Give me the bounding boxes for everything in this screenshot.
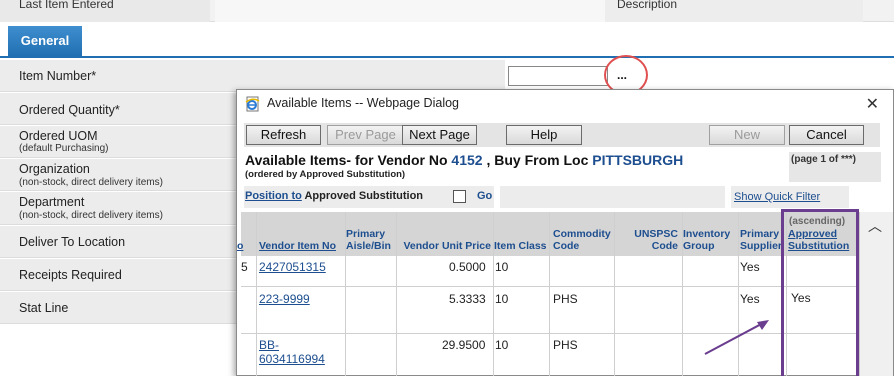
annotation-arrow-icon	[704, 320, 769, 355]
description-label: Description	[617, 0, 678, 11]
top-cell-right: Description	[605, 0, 863, 22]
ordered-uom-label: Ordered UOM	[19, 129, 98, 143]
row1-primary-supplier: Yes	[740, 260, 760, 274]
row2-commodity: PHS	[553, 292, 578, 306]
scroll-up-icon[interactable]: ︿	[868, 216, 882, 236]
ordered-uom-sub: (default Purchasing)	[19, 143, 109, 154]
row3-commodity: PHS	[553, 338, 578, 352]
deliver-to-label: Deliver To Location	[19, 235, 126, 249]
cancel-button[interactable]: Cancel	[789, 125, 864, 145]
heading-subtitle: (ordered by Approved Substitution)	[245, 169, 406, 180]
row3-price: 29.9500	[442, 338, 486, 352]
position-bar: Position to Approved Substitution Go Sho…	[244, 186, 880, 208]
dialog-heading: Available Items- for Vendor No 4152 , Bu…	[245, 152, 683, 168]
position-to-label: Position to Approved Substitution	[245, 190, 423, 202]
organization-label: Organization	[19, 162, 90, 176]
row1-item-class: 10	[495, 260, 509, 274]
heading-mid: , Buy From Loc	[486, 152, 589, 168]
col-header-unspsc-code[interactable]: UNSPSC Code	[616, 212, 678, 256]
row3-item-class: 10	[495, 338, 509, 352]
col-header-inventory-group[interactable]: Inventory Group	[683, 212, 737, 256]
item-number-input[interactable]	[508, 66, 608, 86]
row1-price: 0.5000	[449, 260, 486, 274]
form-row-item-number: Item Number*	[0, 60, 894, 92]
col-header-primary-aisle[interactable]: Primary Aisle/Bin	[346, 212, 398, 256]
highlight-box	[781, 209, 859, 376]
row1-c0: 5	[241, 260, 248, 274]
department-sub: (non-stock, direct delivery items)	[19, 210, 163, 221]
department-label: Department	[19, 195, 85, 209]
next-page-button[interactable]: Next Page	[402, 125, 477, 145]
refresh-button[interactable]: Refresh	[246, 125, 321, 145]
position-field: Approved Substitution	[304, 190, 424, 202]
item-number-label: Item Number*	[19, 69, 97, 83]
top-cell-left: Last Item Entered	[0, 0, 210, 22]
last-item-label: Last Item Entered	[19, 0, 114, 11]
available-items-dialog: Available Items -- Webpage Dialog ✕ Refr…	[236, 89, 894, 376]
col-header-primary-supplier[interactable]: Primary Supplier	[740, 212, 786, 256]
row2-primary-supplier: Yes	[740, 292, 760, 306]
row3-vendor-item-no-2[interactable]: 6034116994	[259, 352, 325, 366]
tab-general[interactable]: General	[8, 26, 82, 56]
row2-item-class: 10	[495, 292, 509, 306]
stat-line-label: Stat Line	[19, 301, 69, 315]
tab-bar: General	[0, 24, 894, 58]
prev-page-button[interactable]: Prev Page	[327, 125, 404, 145]
row1-vendor-item-no[interactable]: 2427051315	[259, 260, 326, 274]
show-quick-filter-link[interactable]: Show Quick Filter	[734, 191, 820, 203]
dialog-title: Available Items -- Webpage Dialog	[267, 96, 459, 110]
top-cell-mid	[215, 0, 605, 22]
organization-sub: (non-stock, direct delivery items)	[19, 177, 163, 188]
receipts-label: Receipts Required	[19, 268, 122, 282]
help-button[interactable]: Help	[506, 125, 582, 145]
col-header-commodity-code[interactable]: Commodity Code	[553, 212, 613, 256]
top-row: Last Item Entered Description	[0, 0, 894, 22]
new-button[interactable]: New	[709, 125, 785, 145]
page-info: (page 1 of ***)	[789, 152, 881, 182]
vendor-no: 4152	[451, 152, 483, 168]
ordered-qty-label: Ordered Quantity*	[19, 103, 120, 117]
ie-icon	[245, 96, 260, 112]
go-button[interactable]: Go	[477, 190, 492, 202]
grid-scrollbar[interactable]: ︿	[859, 212, 893, 376]
close-icon[interactable]: ✕	[866, 94, 879, 114]
row2-price: 5.3333	[449, 292, 486, 306]
buy-from-loc: PITTSBURGH	[592, 152, 684, 168]
table-row[interactable]	[241, 256, 859, 287]
grid-header: o Vendor Item No Primary Aisle/Bin Vendo…	[237, 212, 859, 256]
col-header-vendor-item-no[interactable]: Vendor Item No	[259, 212, 345, 256]
row3-vendor-item-no-1[interactable]: BB-	[259, 338, 279, 352]
heading-prefix: Available Items- for Vendor No	[245, 152, 448, 168]
col-header-vendor-unit-price[interactable]: Vendor Unit Price	[397, 212, 491, 256]
col-header-item-class[interactable]: Item Class	[494, 212, 552, 256]
col-header-truncated[interactable]: o	[237, 212, 247, 256]
position-checkbox[interactable]	[453, 190, 466, 203]
dialog-toolbar: Refresh Prev Page Next Page Help New Can…	[244, 123, 880, 147]
dialog-titlebar: Available Items -- Webpage Dialog ✕	[237, 90, 893, 118]
row2-vendor-item-no[interactable]: 223-9999	[259, 292, 310, 306]
position-to-link[interactable]: Position to	[245, 190, 302, 202]
